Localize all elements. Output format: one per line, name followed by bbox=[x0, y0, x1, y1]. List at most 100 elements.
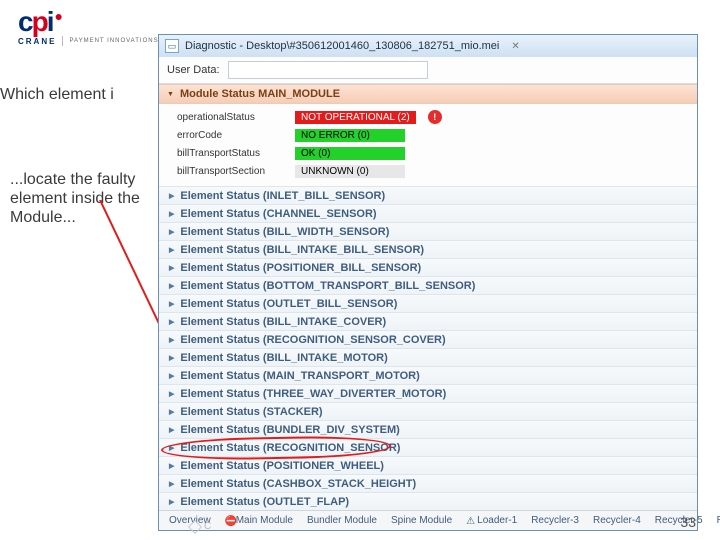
expand-icon: ▶ bbox=[169, 354, 174, 362]
status-row: billTransportStatus OK (0) bbox=[177, 144, 689, 162]
user-data-input[interactable] bbox=[228, 61, 428, 79]
element-status-label: Element Status (BUNDLER_DIV_SYSTEM) bbox=[180, 424, 399, 436]
status-key: billTransportStatus bbox=[177, 148, 287, 159]
element-status-label: Element Status (CHANNEL_SENSOR) bbox=[180, 208, 376, 220]
expand-icon: ▶ bbox=[169, 372, 174, 380]
element-status-label: Element Status (BOTTOM_TRANSPORT_BILL_SE… bbox=[180, 280, 475, 292]
module-tab-label: Spine Module bbox=[391, 515, 452, 526]
window-title: Diagnostic - Desktop\#350612001460_13080… bbox=[185, 40, 499, 52]
status-key: operationalStatus bbox=[177, 112, 287, 123]
module-tab[interactable]: Recycler-3 bbox=[525, 513, 585, 528]
element-status-label: Element Status (INLET_BILL_SENSOR) bbox=[180, 190, 385, 202]
element-status-row[interactable]: ▶ Element Status (BUNDLER_DIV_SYSTEM) bbox=[159, 420, 697, 438]
expand-icon: ▶ bbox=[169, 426, 174, 434]
slide-question: Which element i bbox=[0, 86, 160, 104]
error-icon: ⛔ bbox=[225, 516, 234, 525]
status-value: NOT OPERATIONAL (2) bbox=[295, 111, 416, 124]
element-status-row[interactable]: ▶Element Status (BILL_INTAKE_COVER) bbox=[159, 312, 697, 330]
element-status-row[interactable]: ▶ Element Status (CASHBOX_STACK_HEIGHT) bbox=[159, 474, 697, 492]
module-status-title: Module Status MAIN_MODULE bbox=[180, 88, 340, 100]
element-status-list: ▶Element Status (INLET_BILL_SENSOR)▶Elem… bbox=[159, 186, 697, 510]
expand-icon: ▶ bbox=[169, 408, 174, 416]
warning-icon: ⚠ bbox=[466, 516, 475, 525]
module-status-header[interactable]: ▼ Module Status MAIN_MODULE bbox=[159, 84, 697, 104]
slide-watermark: C bbox=[190, 521, 212, 532]
element-status-label: Element Status (OUTLET_BILL_SENSOR) bbox=[180, 298, 397, 310]
module-tab-label: Recycler-6 bbox=[717, 515, 720, 526]
element-status-label: Element Status (BILL_INTAKE_MOTOR) bbox=[180, 352, 387, 364]
expand-icon: ▶ bbox=[169, 264, 174, 272]
module-tab-label: Loader-1 bbox=[477, 515, 517, 526]
element-status-label: Element Status (BILL_WIDTH_SENSOR) bbox=[180, 226, 389, 238]
slide-number: 33 bbox=[680, 514, 696, 530]
element-status-row[interactable]: ▶ Element Status (POSITIONER_WHEEL) bbox=[159, 456, 697, 474]
module-tab-label: Main Module bbox=[236, 515, 293, 526]
module-tab[interactable]: Recycler-4 bbox=[587, 513, 647, 528]
expand-icon: ▶ bbox=[169, 480, 174, 488]
brand-crane: CRANE bbox=[18, 37, 56, 46]
document-icon: ▭ bbox=[165, 39, 179, 53]
element-status-row[interactable]: ▶ Element Status (STACKER) bbox=[159, 402, 697, 420]
expand-icon: ▶ bbox=[169, 210, 174, 218]
expand-icon: ▶ bbox=[169, 390, 174, 398]
module-tab[interactable]: ⛔Main Module bbox=[219, 513, 299, 528]
error-badge-icon: ! bbox=[428, 110, 442, 124]
user-data-label: User Data: bbox=[167, 64, 220, 76]
module-tab[interactable]: ⚠Loader-1 bbox=[460, 513, 523, 528]
element-status-label: Element Status (MAIN_TRANSPORT_MOTOR) bbox=[180, 370, 419, 382]
element-status-label: Element Status (OUTLET_FLAP) bbox=[180, 496, 349, 508]
element-status-row[interactable]: ▶Element Status (BOTTOM_TRANSPORT_BILL_S… bbox=[159, 276, 697, 294]
module-tab[interactable]: Spine Module bbox=[385, 513, 458, 528]
watermark-icon bbox=[188, 519, 202, 533]
collapse-icon: ▼ bbox=[167, 91, 174, 98]
element-status-label: Element Status (RECOGNITION_SENSOR_COVER… bbox=[180, 334, 445, 346]
cpi-logo: cpi● bbox=[18, 6, 159, 38]
element-status-row[interactable]: ▶ Element Status (MAIN_TRANSPORT_MOTOR) bbox=[159, 366, 697, 384]
module-status-grid: operationalStatus NOT OPERATIONAL (2)! err… bbox=[159, 104, 697, 186]
element-status-label: Element Status (POSITIONER_BILL_SENSOR) bbox=[180, 262, 421, 274]
element-status-label: Element Status (POSITIONER_WHEEL) bbox=[180, 460, 384, 472]
status-row: operationalStatus NOT OPERATIONAL (2)! bbox=[177, 108, 689, 126]
status-key: billTransportSection bbox=[177, 166, 287, 177]
brand-sub: PAYMENT INNOVATIONS bbox=[69, 38, 158, 44]
module-tab-label: Bundler Module bbox=[307, 515, 377, 526]
watermark-text: C bbox=[204, 521, 212, 532]
status-row: errorCodeNO ERROR (0) bbox=[177, 126, 689, 144]
user-data-row: User Data: bbox=[159, 57, 697, 84]
element-status-row[interactable]: ▶Element Status (OUTLET_BILL_SENSOR) bbox=[159, 294, 697, 312]
expand-icon: ▶ bbox=[169, 462, 174, 470]
module-tab[interactable]: Recycler-5 bbox=[649, 513, 709, 528]
element-status-row[interactable]: ▶ Element Status (BILL_WIDTH_SENSOR) bbox=[159, 222, 697, 240]
element-status-label: Element Status (CASHBOX_STACK_HEIGHT) bbox=[180, 478, 416, 490]
element-status-row[interactable]: ▶ Element Status (BILL_INTAKE_BILL_SENSOR… bbox=[159, 240, 697, 258]
module-tab[interactable]: Bundler Module bbox=[301, 513, 383, 528]
element-status-label: Element Status (STACKER) bbox=[180, 406, 322, 418]
element-status-row[interactable]: ▶Element Status (THREE_WAY_DIVERTER_MOTO… bbox=[159, 384, 697, 402]
module-tabs: Overview⛔Main ModuleBundler ModuleSpine … bbox=[159, 510, 697, 530]
status-row: billTransportSection UNKNOWN (0) bbox=[177, 162, 689, 180]
module-tab[interactable]: Recycler-6 bbox=[711, 513, 720, 528]
element-status-row[interactable]: ▶ Element Status (POSITIONER_BILL_SENSOR) bbox=[159, 258, 697, 276]
tab-close-button[interactable]: ✕ bbox=[507, 41, 523, 52]
element-status-row[interactable]: ▶ Element Status (INLET_BILL_SENSOR) bbox=[159, 186, 697, 204]
element-status-label: Element Status (RECOGNITION_SENSOR) bbox=[180, 442, 400, 454]
expand-icon: ▶ bbox=[169, 444, 174, 452]
element-status-row[interactable]: ▶ Element Status (OUTLET_FLAP) bbox=[159, 492, 697, 510]
window-titlebar: ▭ Diagnostic - Desktop\#350612001460_130… bbox=[159, 35, 697, 57]
element-status-row[interactable]: ▶ Element Status (BILL_INTAKE_MOTOR) bbox=[159, 348, 697, 366]
expand-icon: ▶ bbox=[169, 336, 174, 344]
element-status-row[interactable]: ▶ Element Status (RECOGNITION_SENSOR) bbox=[159, 438, 697, 456]
expand-icon: ▶ bbox=[169, 246, 174, 254]
diagnostic-window: ▭ Diagnostic - Desktop\#350612001460_130… bbox=[158, 34, 698, 531]
expand-icon: ▶ bbox=[169, 192, 174, 200]
element-status-row[interactable]: ▶ Element Status (CHANNEL_SENSOR) bbox=[159, 204, 697, 222]
module-tab-label: Recycler-3 bbox=[531, 515, 579, 526]
expand-icon: ▶ bbox=[169, 498, 174, 506]
brand-logo: cpi● CRANE PAYMENT INNOVATIONS bbox=[18, 6, 159, 46]
status-value: UNKNOWN (0) bbox=[295, 165, 405, 178]
expand-icon: ▶ bbox=[169, 228, 174, 236]
element-status-row[interactable]: ▶ Element Status (RECOGNITION_SENSOR_COVE… bbox=[159, 330, 697, 348]
status-value: OK (0) bbox=[295, 147, 405, 160]
element-status-label: Element Status (BILL_INTAKE_COVER) bbox=[180, 316, 386, 328]
element-status-label: Element Status (BILL_INTAKE_BILL_SENSOR) bbox=[180, 244, 424, 256]
